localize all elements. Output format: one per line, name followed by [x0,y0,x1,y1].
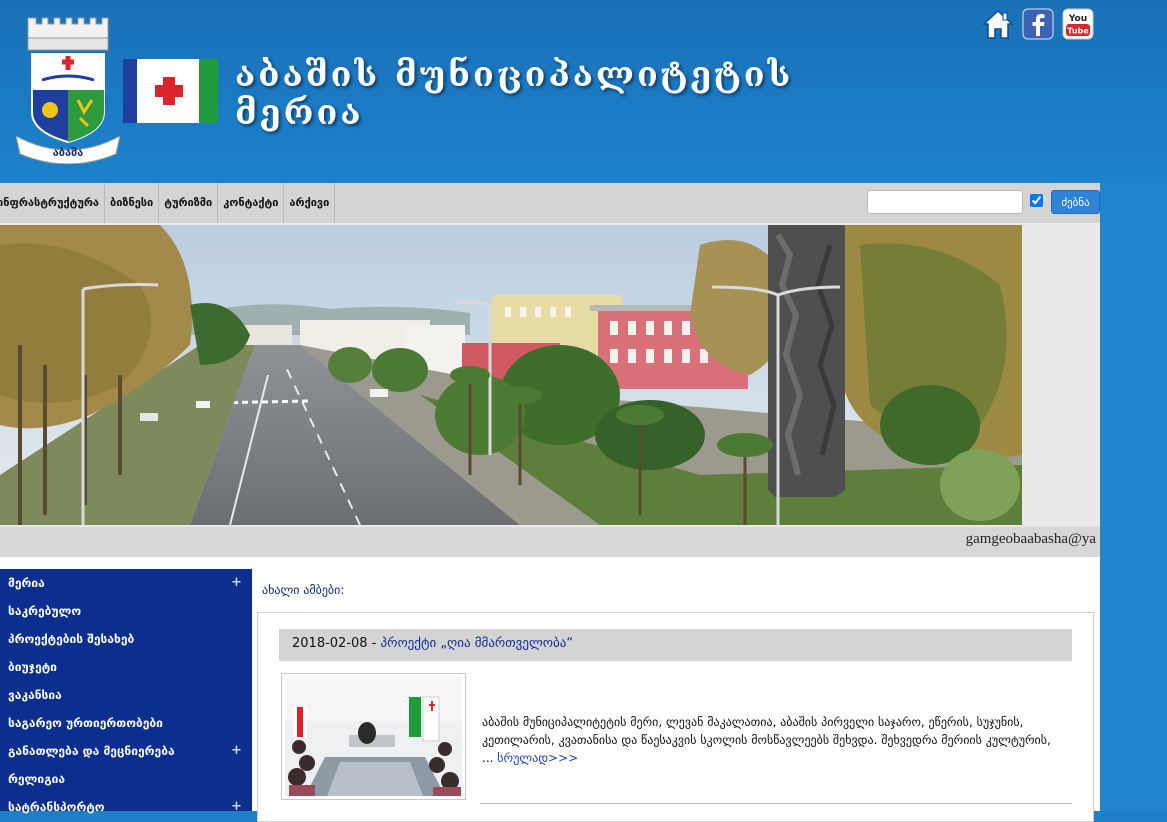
news-date: 2018-02-08 - [292,636,377,651]
sidebar-item-transport[interactable]: სატრანსპორტო + [0,793,252,821]
youtube-icon[interactable]: You Tube [1062,8,1094,40]
expand-plus-icon[interactable]: + [231,569,242,597]
news-item: 2018-02-08 - პროექტი „ღია მმართველობა“ [292,636,573,651]
nav-item-contact[interactable]: კონტაქტი [218,183,285,223]
news-title-bar: 2018-02-08 - პროექტი „ღია მმართველობა“ [279,629,1072,661]
news-divider [480,803,1072,804]
sidebar-item-label: მერია [8,576,45,590]
site-header: აბაშა აბაშის მუნიციპალიტეტის მერია You T… [0,0,1167,183]
city-street-photo [0,225,1022,525]
email-bar: gamgeobaabasha@ya [0,527,1100,557]
search-input[interactable] [867,190,1023,214]
svg-text:Tube: Tube [1067,27,1089,36]
read-more-link[interactable]: სრულად>>> [497,751,578,765]
news-heading: ახალი ამბები: [262,583,345,597]
social-icons: You Tube [982,8,1094,40]
sidebar-menu: მერია + საკრებულო პროექტების შესახებ ბიუ… [0,569,252,814]
sidebar-item-label: საკრებულო [8,604,82,618]
sidebar-item-label: პროექტების შესახებ [8,632,135,646]
abasha-flag [123,59,218,123]
site-title-line2: მერია [235,93,364,133]
sidebar-item-label: სატრანსპორტო [8,800,105,814]
sidebar-item-label: ბიუჯეტი [8,660,57,674]
sidebar-item-religion[interactable]: რელიგია [0,765,252,793]
facebook-icon[interactable] [1022,8,1054,40]
sidebar-item-foreign-relations[interactable]: საგარეო ურთიერთობები [0,709,252,737]
nav-right-strip [1100,183,1167,223]
sidebar-item-mayor[interactable]: მერია + [0,569,252,597]
nav-item-archive[interactable]: არქივი [284,183,336,223]
nav-item-business[interactable]: ბიზნესი [105,183,160,223]
search-checkbox[interactable] [1030,194,1043,207]
sidebar-item-label: ვაკანსია [8,688,62,702]
expand-plus-icon[interactable]: + [231,737,242,765]
youtube-label: You [1068,14,1087,24]
site-title: აბაშის მუნიციპალიტეტის მერია [235,56,795,132]
sidebar-item-education[interactable]: განათლება და მეცნიერება + [0,737,252,765]
contact-email[interactable]: gamgeobaabasha@ya [966,531,1096,548]
right-side-strip [1100,223,1167,811]
sidebar-item-label: განათლება და მეცნიერება [8,744,175,758]
sidebar-item-label: რელიგია [8,772,66,786]
nav-items: ინფრასტრუქტურა ბიზნესი ტურიზმი კონტაქტი … [0,183,336,223]
site-title-line1: აბაშის მუნიციპალიტეტის [235,55,794,95]
sidebar-item-council[interactable]: საკრებულო [0,597,252,625]
nav-item-infrastructure[interactable]: ინფრასტრუქტურა [0,183,105,223]
news-thumbnail[interactable] [281,673,466,800]
sidebar-item-projects[interactable]: პროექტების შესახებ [0,625,252,653]
sidebar-item-budget[interactable]: ბიუჯეტი [0,653,252,681]
sidebar-item-vacancy[interactable]: ვაკანსია [0,681,252,709]
home-icon[interactable] [982,8,1014,40]
coat-of-arms-logo[interactable]: აბაშა [12,14,124,164]
search-button[interactable]: ძებნა [1051,190,1100,214]
sidebar-item-label: საგარეო ურთიერთობები [8,716,163,730]
banner-photo [0,223,1100,527]
meeting-photo [285,677,462,796]
nav-item-tourism[interactable]: ტურიზმი [159,183,219,223]
news-excerpt: აბაშის მუნიციპალიტეტის მერი, ლევან მაკალ… [482,713,1052,767]
expand-plus-icon[interactable]: + [231,793,242,821]
news-title-link[interactable]: პროექტი „ღია მმართველობა“ [381,636,574,651]
coat-label: აბაშა [53,146,84,159]
